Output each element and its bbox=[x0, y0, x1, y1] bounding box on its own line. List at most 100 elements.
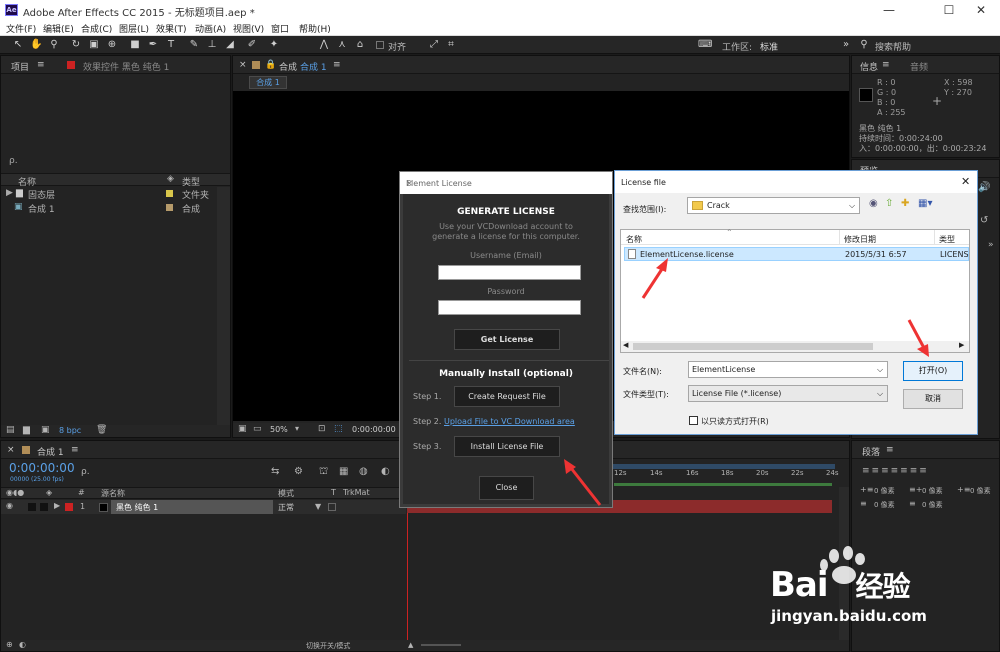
transparency-grid-icon[interactable]: ⬚ bbox=[334, 424, 343, 434]
menu-effect[interactable]: 效果(T) bbox=[156, 22, 187, 35]
scroll-left-icon[interactable]: ◀ bbox=[623, 341, 628, 349]
workspace-select[interactable]: 标准 bbox=[760, 40, 778, 53]
indent-first-value[interactable]: 0 像素 bbox=[970, 486, 991, 496]
clone-stamp-tool-icon[interactable]: ⊥ bbox=[206, 39, 218, 51]
timeline-timecode[interactable]: 0:00:00:00 bbox=[9, 461, 75, 475]
minimize-button[interactable]: — bbox=[872, 2, 906, 18]
new-comp-icon[interactable]: ▣ bbox=[41, 425, 50, 435]
preserve-transparency-checkbox[interactable] bbox=[328, 503, 336, 511]
align-checkbox[interactable] bbox=[376, 41, 384, 49]
layer-label-red[interactable] bbox=[65, 503, 73, 511]
project-item-folder[interactable]: ▶ ▆ 固态层 文件夹 ⊹ bbox=[1, 187, 229, 201]
file-row-selected[interactable]: ElementLicense.license 2015/5/31 6:57 LI… bbox=[624, 247, 969, 261]
column-source-name[interactable]: 源名称 bbox=[101, 488, 125, 499]
dropdown-arrow-icon[interactable]: ⌵ bbox=[849, 201, 855, 211]
project-scrollbar[interactable] bbox=[217, 187, 230, 425]
frame-blend-icon[interactable]: ▦ bbox=[339, 466, 348, 477]
close-tab-icon[interactable]: × bbox=[239, 60, 247, 70]
project-search-input[interactable]: ρ. bbox=[9, 156, 18, 166]
keyboard-icon[interactable]: ⌨ bbox=[698, 39, 712, 51]
brush-tool-icon[interactable]: ✎ bbox=[188, 39, 200, 51]
hand-tool-icon[interactable]: ✋ bbox=[30, 39, 42, 51]
open-button[interactable]: 打开(O) bbox=[903, 361, 963, 381]
scroll-thumb[interactable] bbox=[633, 343, 873, 350]
layer-row[interactable]: ◉ ▶ 1 黑色 纯色 1 正常 ▼ bbox=[1, 500, 406, 514]
timeline-tab-name[interactable]: 合成 1 bbox=[37, 445, 64, 458]
tab-project[interactable]: 项目 bbox=[11, 60, 29, 73]
password-input[interactable] bbox=[438, 300, 581, 315]
column-type[interactable]: 类型 bbox=[939, 234, 955, 245]
dropdown-arrow-icon[interactable]: ⌵ bbox=[877, 365, 883, 375]
zoom-dropdown-icon[interactable]: ▾ bbox=[295, 424, 299, 433]
pen-tool-icon[interactable]: ✒ bbox=[147, 39, 159, 51]
menu-composition[interactable]: 合成(C) bbox=[81, 22, 112, 35]
pan-behind-tool-icon[interactable]: ⊕ bbox=[106, 39, 118, 51]
column-mode[interactable]: 模式 bbox=[278, 488, 294, 499]
readonly-checkbox[interactable] bbox=[689, 416, 698, 425]
layer-mode-select[interactable]: 正常 bbox=[278, 502, 294, 513]
column-divider[interactable] bbox=[934, 230, 935, 245]
region-icon[interactable]: ⊡ bbox=[318, 424, 326, 434]
comp-mini-flowchart-icon[interactable]: ⇆ bbox=[271, 466, 279, 477]
speaker-icon[interactable]: 🔊 bbox=[978, 182, 990, 193]
dropdown-arrow-icon[interactable]: ⌵ bbox=[877, 389, 883, 399]
username-input[interactable] bbox=[438, 265, 581, 280]
menu-layer[interactable]: 图层(L) bbox=[119, 22, 149, 35]
column-t[interactable]: T bbox=[331, 488, 336, 497]
indent-left-value[interactable]: 0 像素 bbox=[874, 486, 895, 496]
horizontal-scrollbar[interactable]: ◀ ▶ bbox=[621, 341, 969, 352]
close-window-button[interactable]: ✕ bbox=[964, 2, 998, 18]
axis-view-icon[interactable]: ⌂ bbox=[354, 39, 366, 51]
new-folder-icon[interactable]: ▆ bbox=[23, 425, 30, 435]
indent-right-value[interactable]: 0 像素 bbox=[922, 486, 943, 496]
zoom-tool-icon[interactable]: ⚲ bbox=[48, 39, 60, 51]
menu-help[interactable]: 帮助(H) bbox=[299, 22, 331, 35]
view-menu-icon[interactable]: ▦▾ bbox=[918, 198, 932, 209]
get-license-button[interactable]: Get License bbox=[454, 329, 560, 350]
rectangle-tool-icon[interactable]: ■ bbox=[129, 39, 141, 51]
selection-tool-icon[interactable]: ↖ bbox=[12, 39, 24, 51]
menu-file[interactable]: 文件(F) bbox=[6, 22, 36, 35]
column-name[interactable]: 名称 bbox=[626, 234, 642, 245]
tab-effect-controls[interactable]: 效果控件 黑色 纯色 1 bbox=[83, 60, 169, 73]
column-trkmat[interactable]: TrkMat bbox=[343, 488, 370, 497]
lookin-select[interactable]: Crack ⌵ bbox=[687, 197, 860, 214]
bit-depth-button[interactable]: 8 bpc bbox=[59, 426, 81, 435]
search-help-input[interactable]: 搜索帮助 bbox=[875, 40, 911, 53]
project-item-comp[interactable]: ▣ 合成 1 合成 bbox=[1, 201, 229, 215]
shy-icon[interactable]: ⛫ bbox=[319, 466, 328, 479]
filename-input[interactable]: ElementLicense ⌵ bbox=[688, 361, 888, 378]
create-request-file-button[interactable]: Create Request File bbox=[454, 386, 560, 407]
menu-window[interactable]: 窗口 bbox=[271, 22, 289, 35]
menu-view[interactable]: 视图(V) bbox=[233, 22, 264, 35]
column-divider[interactable] bbox=[839, 230, 840, 245]
upload-file-link[interactable]: Upload File to VC Download area bbox=[444, 417, 575, 426]
viewer-subtab[interactable]: 合成 1 bbox=[249, 76, 287, 89]
timeline-search-input[interactable]: ρ. bbox=[81, 467, 90, 477]
install-license-file-button[interactable]: Install License File bbox=[454, 436, 560, 457]
column-date[interactable]: 修改日期 bbox=[844, 234, 876, 245]
lock-icon[interactable]: 🔒 bbox=[265, 60, 276, 70]
loop-icon[interactable]: ↺ bbox=[980, 215, 988, 226]
tab-info[interactable]: 信息 bbox=[860, 60, 878, 73]
puppet-pin-tool-icon[interactable]: ✦ bbox=[268, 39, 280, 51]
filetype-select[interactable]: License File (*.license) ⌵ bbox=[688, 385, 888, 402]
motion-blur-icon[interactable]: ◍ bbox=[359, 466, 368, 477]
align-buttons[interactable]: ≡≡≡≡≡≡≡ bbox=[862, 466, 929, 476]
paragraph-menu-icon[interactable]: ≡ bbox=[886, 445, 894, 455]
trash-icon[interactable]: 🗑 bbox=[96, 425, 107, 435]
expand-panel-icon[interactable]: » bbox=[988, 240, 994, 250]
layer-expand-arrow-icon[interactable]: ▶ bbox=[54, 501, 60, 510]
graph-editor-icon[interactable]: ◐ bbox=[381, 466, 390, 477]
expand-arrow-icon[interactable]: ▶ bbox=[6, 188, 13, 198]
zoom-select[interactable]: 50% bbox=[270, 425, 288, 434]
label-color-tan[interactable] bbox=[166, 204, 173, 211]
draft-3d-icon[interactable]: ⚙ bbox=[294, 466, 303, 477]
tab-paragraph[interactable]: 段落 bbox=[862, 445, 880, 458]
snap-icon[interactable]: ⤢ bbox=[428, 39, 440, 51]
menu-animation[interactable]: 动画(A) bbox=[195, 22, 226, 35]
viewer-tab-name[interactable]: 合成 1 bbox=[300, 60, 327, 73]
camera-tool-icon[interactable]: ▣ bbox=[88, 39, 100, 51]
work-area-bar[interactable] bbox=[614, 483, 832, 486]
time-ruler[interactable]: 12s 14s 16s 18s 20s 22s 24s bbox=[614, 469, 839, 481]
